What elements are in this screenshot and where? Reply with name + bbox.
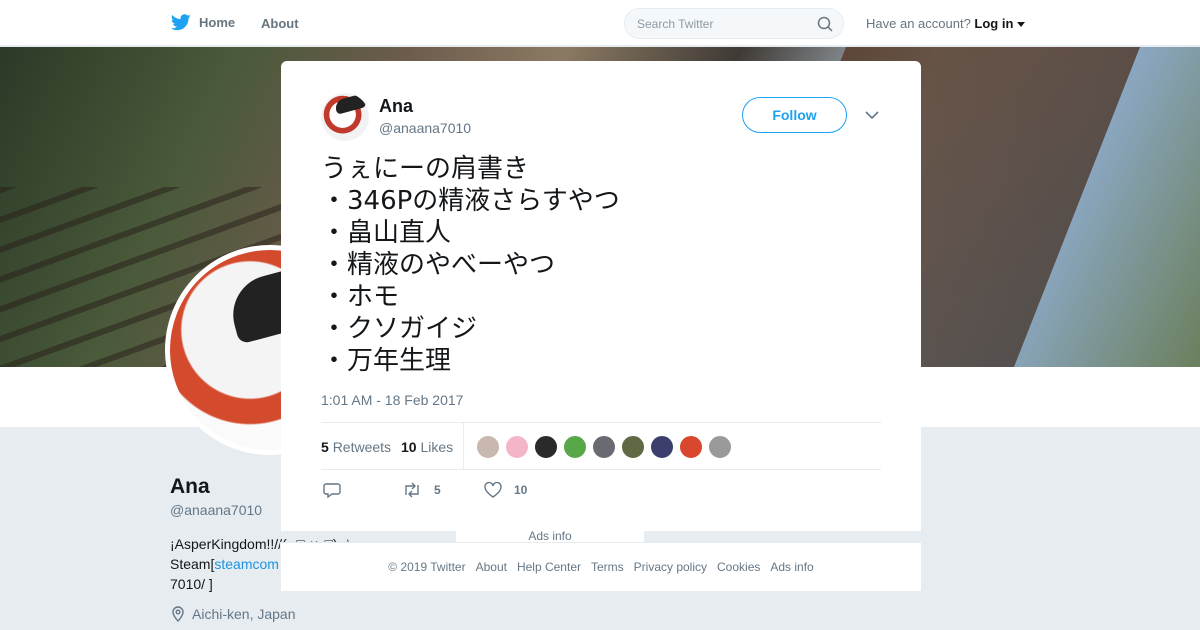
- reply-button[interactable]: [323, 482, 341, 498]
- tweet-actions: 5 10: [321, 482, 881, 502]
- reply-icon: [323, 483, 341, 498]
- footer-link[interactable]: Cookies: [717, 560, 760, 574]
- follow-button[interactable]: Follow: [742, 97, 847, 133]
- search-input[interactable]: Search Twitter: [624, 8, 844, 39]
- heart-icon: [484, 482, 502, 498]
- retweets-label: Retweets: [332, 439, 392, 455]
- location-pin-icon: [172, 606, 184, 622]
- top-nav: Home About Search Twitter Have an accoun…: [0, 0, 1200, 46]
- tweet-line: ・畠山直人: [321, 218, 452, 248]
- account-area: Have an account? Log in: [866, 16, 1026, 31]
- likes-label: Likes: [420, 439, 454, 455]
- liker-avatar[interactable]: [476, 435, 500, 459]
- retweet-button[interactable]: 5: [402, 482, 441, 498]
- tweet-line: ・万年生理: [321, 346, 452, 376]
- search-placeholder: Search Twitter: [637, 17, 714, 31]
- nav-home-label: Home: [199, 15, 236, 30]
- tweet-timestamp[interactable]: 1:01 AM - 18 Feb 2017: [321, 392, 463, 408]
- author-handle[interactable]: @anaana7010: [379, 120, 471, 136]
- twitter-bird-icon: [171, 14, 191, 31]
- nav-home-link[interactable]: Home: [171, 14, 235, 31]
- liker-avatar[interactable]: [708, 435, 732, 459]
- chevron-down-icon[interactable]: [1017, 22, 1026, 28]
- footer-link[interactable]: Ads info: [770, 560, 813, 574]
- login-link[interactable]: Log in: [974, 16, 1013, 31]
- search-icon[interactable]: [817, 16, 833, 32]
- liker-avatar[interactable]: [679, 435, 703, 459]
- author-avatar[interactable]: [321, 93, 369, 141]
- tweet-text: うぇにーの肩書き ・346Pの精液さらすやつ ・畠山直人 ・精液のやべーやつ ・…: [321, 153, 881, 377]
- profile-location: Aichi-ken, Japan: [170, 606, 296, 622]
- liker-avatar[interactable]: [534, 435, 558, 459]
- liker-avatars: [476, 435, 732, 459]
- footer-link[interactable]: About: [476, 560, 507, 574]
- close-icon[interactable]: [1155, 14, 1177, 36]
- modal-footer: © 2019 Twitter About Help Center Terms Priva…: [280, 542, 922, 592]
- bio-link[interactable]: steamcom: [214, 556, 279, 572]
- likes-stat[interactable]: 10 Likes: [401, 439, 453, 455]
- bio-prefix: Steam[: [170, 556, 215, 572]
- liker-avatar[interactable]: [621, 435, 645, 459]
- nav-about-link[interactable]: About: [261, 16, 299, 31]
- location-text: Aichi-ken, Japan: [192, 606, 296, 622]
- tweet-line: ・346Pの精液さらすやつ: [321, 186, 620, 216]
- tweet-line: ・精液のやべーやつ: [321, 250, 556, 280]
- liker-avatar[interactable]: [563, 435, 587, 459]
- likes-count: 10: [401, 439, 417, 455]
- liker-avatar[interactable]: [650, 435, 674, 459]
- tweet-line: うぇにーの肩書き: [321, 154, 530, 184]
- tweet-line: ・クソガイジ: [321, 314, 478, 344]
- footer-link[interactable]: Terms: [591, 560, 624, 574]
- author-name[interactable]: Ana: [379, 96, 413, 117]
- footer-link[interactable]: © 2019 Twitter: [388, 560, 465, 574]
- tweet-stats: 5 Retweets 10 Likes: [321, 422, 881, 470]
- profile-handle: @anaana7010: [170, 502, 263, 518]
- footer-link[interactable]: Privacy policy: [634, 560, 707, 574]
- liker-avatar[interactable]: [592, 435, 616, 459]
- tweet-line: ・ホモ: [321, 282, 400, 312]
- footer-link[interactable]: Help Center: [517, 560, 581, 574]
- retweets-count: 5: [321, 439, 329, 455]
- retweet-icon: [405, 482, 419, 498]
- chevron-down-icon[interactable]: [865, 110, 879, 120]
- tweet-modal: Ana @anaana7010 Follow うぇにーの肩書き ・346Pの精液…: [281, 61, 921, 531]
- retweet-count: 5: [434, 483, 441, 497]
- like-button[interactable]: 10: [484, 482, 527, 498]
- account-prompt: Have an account?: [866, 16, 971, 31]
- like-count: 10: [514, 483, 528, 497]
- retweets-stat[interactable]: 5 Retweets: [321, 439, 391, 455]
- liker-avatar[interactable]: [505, 435, 529, 459]
- stats-divider: [463, 423, 464, 470]
- profile-name: Ana: [170, 475, 210, 498]
